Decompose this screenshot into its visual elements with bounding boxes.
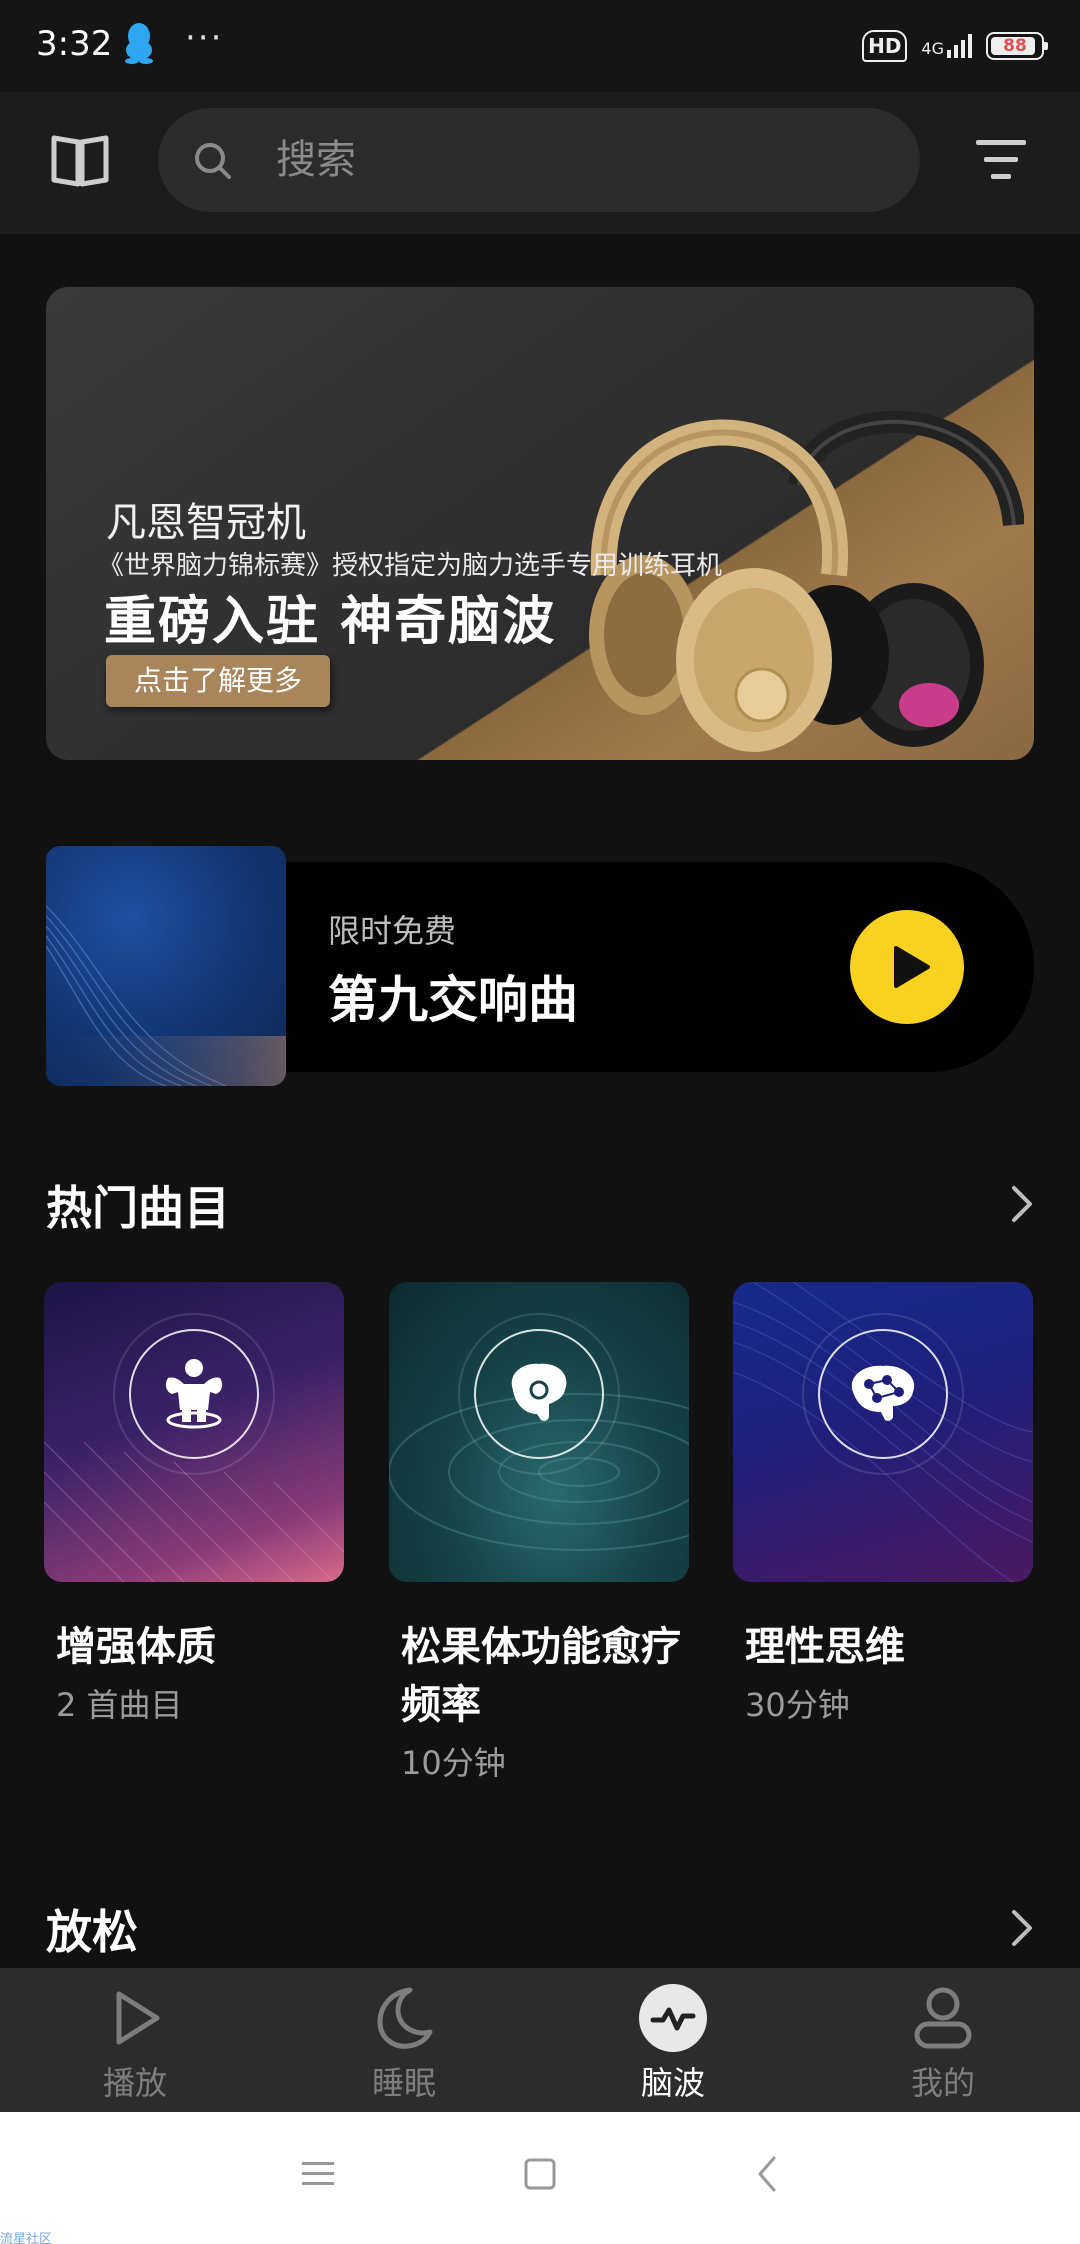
filter-menu-icon[interactable] xyxy=(976,136,1026,184)
section-title-relax: 放松 xyxy=(46,1905,138,1959)
promo-label: 限时免费 xyxy=(328,912,457,950)
network-type: 4G xyxy=(921,39,944,58)
watermark: 流星社区 xyxy=(0,2232,53,2244)
banner-title: 重磅入驻 神奇脑波 xyxy=(104,592,557,652)
card-cover[interactable] xyxy=(44,1282,344,1582)
nav-item-sleep[interactable]: 睡眠 xyxy=(304,1968,504,2112)
card-title: 增强体质 xyxy=(56,1624,216,1670)
nav-label: 脑波 xyxy=(640,2064,705,2102)
play-icon xyxy=(894,946,930,988)
card-meta: 30分钟 xyxy=(745,1686,850,1724)
promo-title: 第九交响曲 xyxy=(328,971,578,1029)
section-title-hot: 热门曲目 xyxy=(46,1181,230,1235)
hd-voice-icon: HD xyxy=(862,30,908,62)
status-time: 3:32 xyxy=(36,24,113,64)
nav-label: 睡眠 xyxy=(371,2064,436,2102)
signal-icon: 4G xyxy=(921,34,972,58)
search-icon xyxy=(195,143,231,179)
top-header xyxy=(0,92,1080,234)
brain-icon xyxy=(511,1363,567,1421)
system-nav-bar xyxy=(0,2112,1080,2244)
battery-level: 88 xyxy=(1003,36,1027,56)
brain-network-icon xyxy=(851,1365,915,1421)
card-title: 理性思维 xyxy=(745,1624,905,1670)
card-cover[interactable] xyxy=(733,1282,1033,1582)
nav-label: 我的 xyxy=(910,2064,975,2102)
muscle-icon xyxy=(165,1359,223,1429)
card-title: 松果体功能愈疗频率 xyxy=(401,1624,681,1728)
status-indicators: HD 4G 88 xyxy=(862,26,1048,66)
moon-icon xyxy=(377,1987,433,2049)
nav-item-play[interactable]: 播放 xyxy=(35,1968,235,2112)
back-icon[interactable] xyxy=(748,2154,788,2194)
banner-subtitle: 《世界脑力锦标赛》授权指定为脑力选手专用训练耳机 xyxy=(98,551,723,581)
banner-brand: 凡恩智冠机 xyxy=(106,500,306,546)
learn-more-button[interactable]: 点击了解更多 xyxy=(106,655,330,707)
promo-banner[interactable]: 凡恩智冠机 《世界脑力锦标赛》授权指定为脑力选手专用训练耳机 重磅入驻 神奇脑波… xyxy=(46,287,1034,760)
search-bar[interactable] xyxy=(158,108,920,212)
headphones-image xyxy=(589,410,1024,752)
chevron-right-icon[interactable] xyxy=(1006,1906,1038,1950)
cover-wave-art xyxy=(46,905,286,1086)
card-meta: 10分钟 xyxy=(401,1744,506,1782)
nav-item-profile[interactable]: 我的 xyxy=(843,1968,1043,2112)
status-bar: 3:32 ··· HD 4G 88 xyxy=(0,0,1080,92)
bottom-nav: 播放 睡眠 脑波 我的 xyxy=(0,1968,1080,2112)
card-cover[interactable] xyxy=(389,1282,689,1582)
more-notifications-icon: ··· xyxy=(185,18,224,58)
play-icon xyxy=(116,1991,160,2045)
book-icon[interactable] xyxy=(50,132,110,188)
nav-item-brainwave[interactable]: 脑波 xyxy=(573,1968,773,2112)
nav-label: 播放 xyxy=(102,2064,167,2102)
search-input[interactable] xyxy=(276,130,876,190)
home-icon[interactable] xyxy=(520,2154,560,2194)
play-button[interactable] xyxy=(850,910,964,1024)
chevron-right-icon[interactable] xyxy=(1006,1182,1038,1226)
recent-apps-icon[interactable] xyxy=(298,2154,338,2194)
card-meta: 2 首曲目 xyxy=(56,1686,183,1724)
free-track-cover[interactable] xyxy=(46,846,286,1086)
qq-icon xyxy=(125,23,153,64)
user-icon xyxy=(914,1987,972,2049)
wave-icon xyxy=(639,1984,707,2052)
battery-icon: 88 xyxy=(986,32,1048,60)
